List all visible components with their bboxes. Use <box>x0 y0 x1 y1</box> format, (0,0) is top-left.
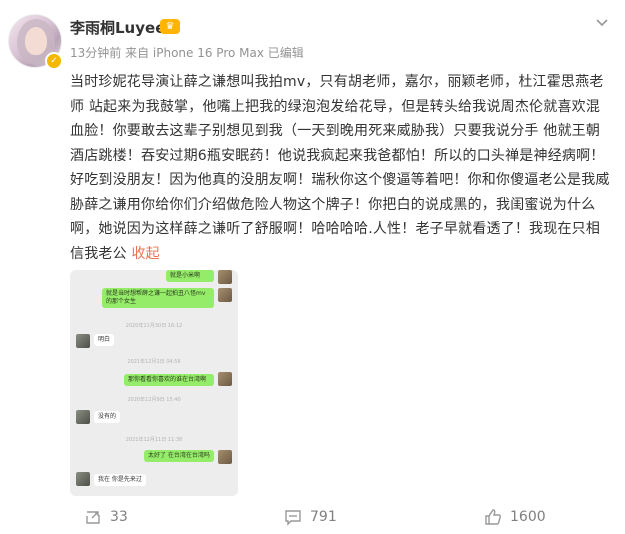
chat-bubble: 我在 你是先来过 <box>94 474 146 486</box>
like-button[interactable]: 1600 <box>484 505 546 529</box>
chat-timestamp: 2021年12月1日 04:56 <box>127 359 181 365</box>
chat-screenshot-image[interactable]: 就是小米啊 就是当时想帮薛之谦一起拍丑八怪mv的那个女生 2020年11月30日… <box>70 270 238 496</box>
chat-avatar-them <box>76 334 90 348</box>
chat-bubble: 那你看看你喜欢的谁在台湾啊 <box>124 374 214 386</box>
repost-icon <box>86 511 100 524</box>
collapse-link[interactable]: 收起 <box>131 246 159 262</box>
vip-badge-icon: ♛ <box>160 19 180 34</box>
chat-bubble: 就是当时想帮薛之谦一起拍丑八怪mv的那个女生 <box>102 288 214 308</box>
comment-count: 791 <box>310 509 337 525</box>
chat-timestamp: 2021年12月11日 11:38 <box>125 437 183 443</box>
chat-avatar-me <box>218 372 232 386</box>
like-icon <box>485 509 501 525</box>
chat-avatar-me <box>218 450 232 464</box>
chat-bubble: 明白 <box>94 334 115 346</box>
repost-button[interactable]: 33 <box>84 505 128 529</box>
chat-avatar-them <box>76 410 90 424</box>
chat-bubble: 太好了 在台湾在台湾吗 <box>144 450 214 462</box>
menu-caret-icon[interactable] <box>594 14 610 30</box>
like-count: 1600 <box>510 509 546 525</box>
chat-avatar-me <box>218 288 232 302</box>
chat-timestamp: 2020年11月30日 16:12 <box>125 323 183 329</box>
author-name[interactable]: 李雨桐Luyee <box>70 17 165 38</box>
post-text: 当时珍妮花导演让薛之谦想叫我拍mv，只有胡老师，嘉尔，丽颖老师，杜江霍思燕老师 … <box>70 70 610 266</box>
chat-bubble: 就是小米啊 <box>166 270 214 282</box>
comment-icon <box>285 510 301 526</box>
post-actions: 33 791 1600 <box>0 505 625 529</box>
avatar-face <box>25 27 47 55</box>
post-meta: 13分钟前 来自 iPhone 16 Pro Max 已编辑 <box>70 46 304 60</box>
comment-button[interactable]: 791 <box>284 505 337 529</box>
chat-bubble: 没有的 <box>94 411 121 423</box>
chat-avatar-me <box>218 270 232 284</box>
verified-icon: ✓ <box>45 52 63 70</box>
repost-count: 33 <box>110 509 128 525</box>
post-body: 当时珍妮花导演让薛之谦想叫我拍mv，只有胡老师，嘉尔，丽颖老师，杜江霍思燕老师 … <box>70 74 610 262</box>
chat-timestamp: 2020年12月9日 15:40 <box>127 397 181 403</box>
chat-avatar-them <box>76 472 90 486</box>
